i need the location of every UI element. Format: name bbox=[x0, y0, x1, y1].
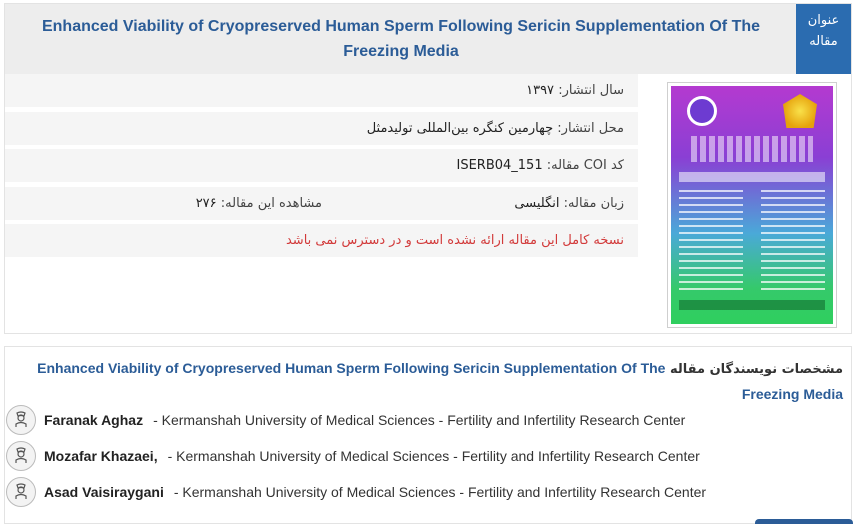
author-affiliation: - Kermanshah University of Medical Scien… bbox=[173, 484, 707, 500]
cover-footer bbox=[679, 300, 825, 310]
person-icon bbox=[6, 441, 36, 471]
views-label: مشاهده این مقاله: bbox=[220, 196, 322, 211]
year-value: ۱۳۹۷ bbox=[526, 83, 555, 98]
authors-heading: مشخصات نویسندگان مقاله Enhanced Viabilit… bbox=[11, 356, 843, 408]
coi-label: کد COI مقاله: bbox=[546, 158, 624, 173]
availability-row: نسخه کامل این مقاله ارائه نشده است و در … bbox=[5, 224, 638, 257]
views-group: مشاهده این مقاله: ۲۷۶ bbox=[196, 187, 322, 220]
cover-text-column bbox=[761, 190, 825, 290]
author-name[interactable]: Faranak Aghaz bbox=[44, 412, 143, 428]
author-affiliation: - Kermanshah University of Medical Scien… bbox=[167, 448, 700, 464]
author-item[interactable]: Mozafar Khazaei, - Kermanshah University… bbox=[6, 440, 700, 472]
language-row: زبان مقاله: انگلیسی مشاهده این مقاله: ۲۷… bbox=[5, 187, 638, 220]
coi-value: ISERB04_151 bbox=[456, 158, 543, 173]
cover-heading bbox=[691, 136, 813, 162]
proceedings-cover[interactable] bbox=[667, 82, 837, 328]
cover-band bbox=[679, 172, 825, 182]
language-label: زبان مقاله: bbox=[563, 196, 624, 211]
paper-title-label: عنوان مقاله bbox=[796, 4, 851, 74]
scroll-indicator[interactable] bbox=[755, 519, 853, 524]
language-value: انگلیسی bbox=[514, 196, 560, 211]
paper-card: Enhanced Viability of Cryopreserved Huma… bbox=[4, 3, 852, 334]
person-icon bbox=[6, 405, 36, 435]
authors-heading-prefix: مشخصات نویسندگان مقاله bbox=[670, 362, 843, 377]
venue-value[interactable]: چهارمین کنگره بین‌المللی تولیدمثل bbox=[367, 121, 553, 136]
views-value: ۲۷۶ bbox=[195, 196, 217, 211]
author-item[interactable]: Asad Vaisiraygani - Kermanshah Universit… bbox=[6, 476, 706, 508]
coi-row: کد COI مقاله: ISERB04_151 bbox=[5, 149, 638, 182]
cover-text-column bbox=[679, 190, 743, 290]
paper-title: Enhanced Viability of Cryopreserved Huma… bbox=[5, 4, 797, 74]
cover-image bbox=[671, 86, 833, 324]
author-name[interactable]: Asad Vaisiraygani bbox=[44, 484, 164, 500]
unavailable-notice: نسخه کامل این مقاله ارائه نشده است و در … bbox=[285, 233, 624, 248]
year-row: سال انتشار: ۱۳۹۷ bbox=[5, 74, 638, 107]
author-name[interactable]: Mozafar Khazaei, bbox=[44, 448, 158, 464]
year-label: سال انتشار: bbox=[558, 83, 624, 98]
person-icon bbox=[6, 477, 36, 507]
gem-logo-icon bbox=[783, 94, 817, 128]
venue-row: محل انتشار: چهارمین کنگره بین‌المللی تول… bbox=[5, 112, 638, 145]
author-item[interactable]: Faranak Aghaz - Kermanshah University of… bbox=[6, 404, 685, 436]
congress-emblem-icon bbox=[687, 96, 717, 126]
author-affiliation: - Kermanshah University of Medical Scien… bbox=[153, 412, 686, 428]
venue-label: محل انتشار: bbox=[557, 121, 624, 136]
